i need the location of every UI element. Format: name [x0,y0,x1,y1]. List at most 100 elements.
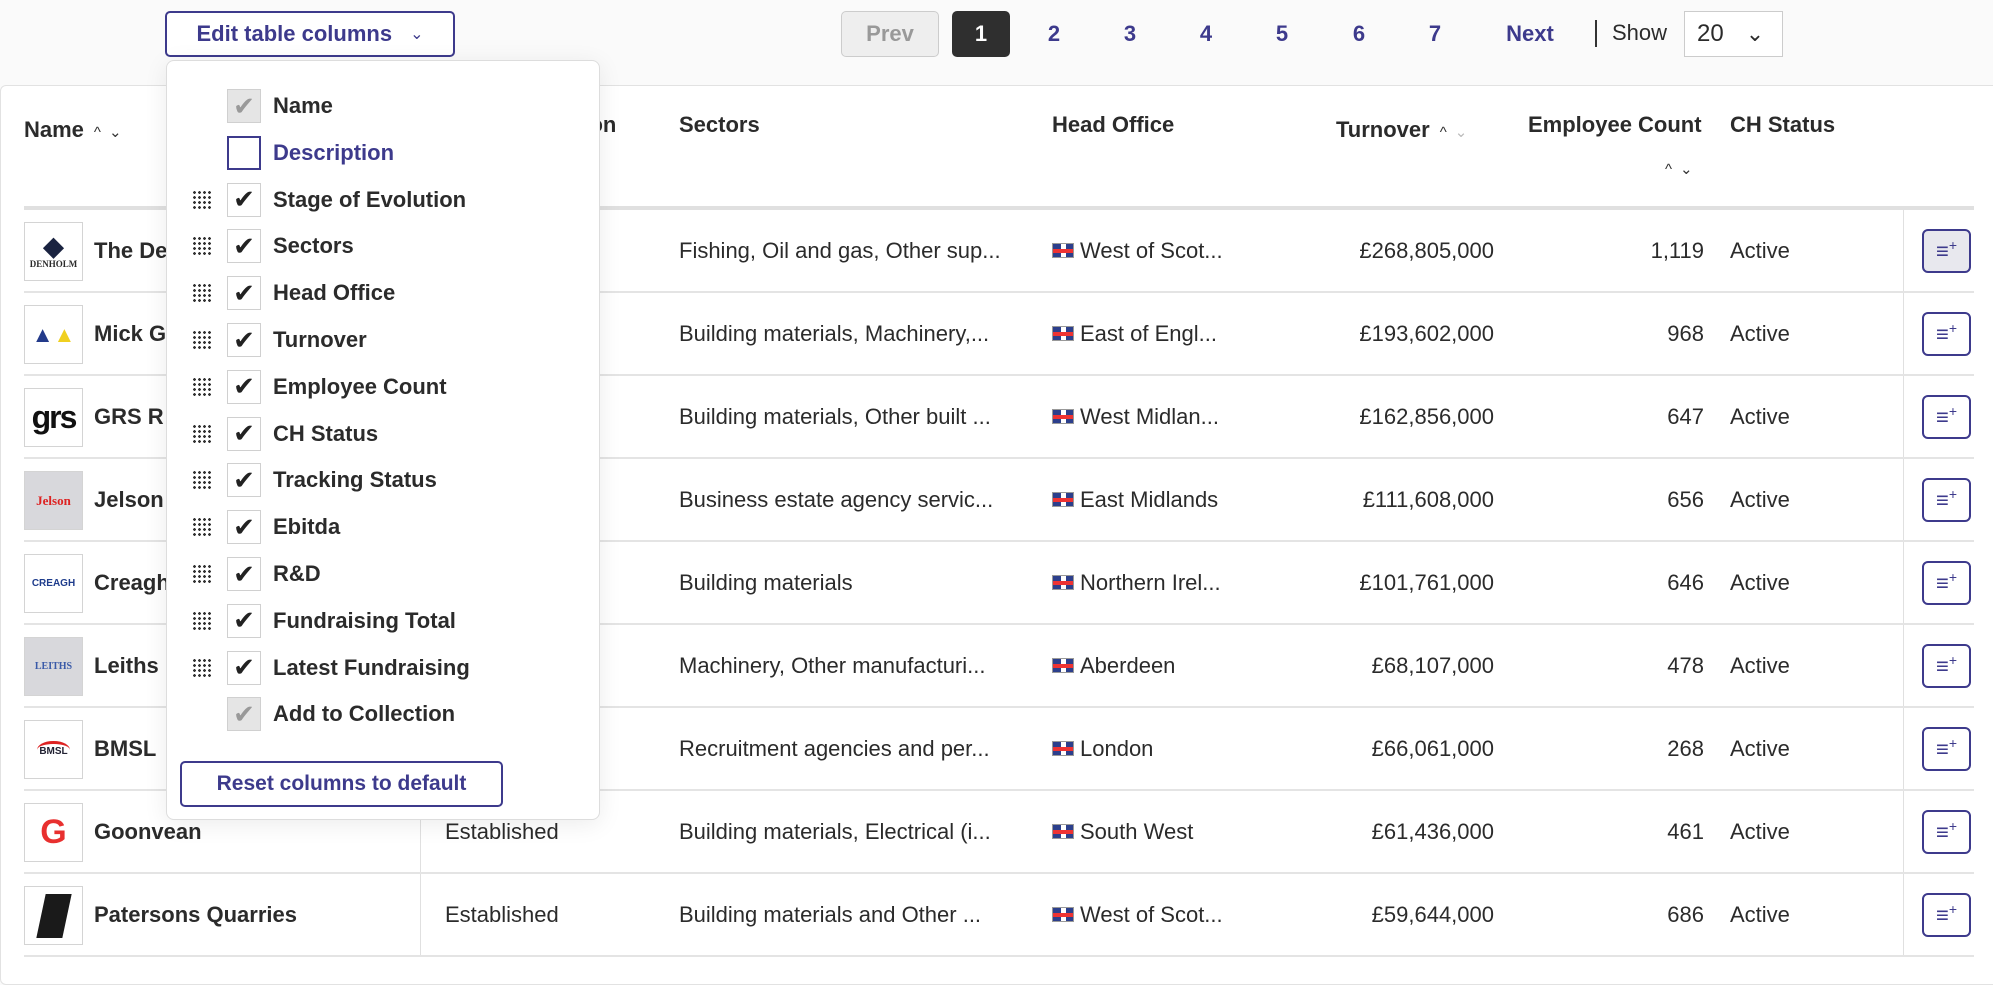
uk-flag-icon [1052,741,1074,756]
column-option-label: Employee Count [273,373,447,399]
add-to-list-button[interactable]: ≡+ [1922,229,1971,273]
checkbox[interactable]: ✔ [227,182,261,217]
sort-icon[interactable]: ^⌄ [1665,160,1701,178]
column-option[interactable]: ✔ Latest Fundraising [167,648,599,688]
add-to-list-button[interactable]: ≡+ [1922,395,1971,439]
column-option[interactable]: ✔ Name [167,86,599,126]
drag-handle-icon[interactable] [192,610,212,631]
column-option[interactable]: ✔ Employee Count [167,367,599,407]
add-to-list-button[interactable]: ≡+ [1922,561,1971,605]
add-to-list-button[interactable]: ≡+ [1922,478,1971,522]
drag-handle-icon[interactable] [192,564,212,584]
checkbox[interactable]: ✔ [227,463,261,498]
next-page-button[interactable]: Next [1500,11,1560,57]
column-option[interactable]: ✔ CH Status [167,414,599,454]
add-to-list-button[interactable]: ≡+ [1922,810,1971,854]
list-add-icon: ≡+ [1935,818,1958,845]
list-add-icon: ≡+ [1935,652,1958,679]
column-header-name[interactable]: Name ^⌄ [24,117,130,143]
sectors-cell: Business estate agency servic... [679,486,994,512]
column-header-sectors[interactable]: Sectors [679,112,760,138]
reset-columns-button[interactable]: Reset columns to default [180,761,503,807]
checkbox[interactable]: ✔ [227,276,261,311]
drag-handle-icon[interactable] [192,517,212,538]
checkbox[interactable]: ✔ [227,323,261,357]
page-1-button[interactable]: 1 [952,11,1010,57]
uk-flag-icon [1052,409,1074,424]
sort-icon[interactable]: ^⌄ [94,124,130,141]
checkbox[interactable]: ✔ [227,650,261,685]
ch-status-cell: Active [1730,818,1790,844]
column-option[interactable]: ✔ Turnover [167,320,599,360]
column-option[interactable]: ✔ Ebitda [167,507,599,547]
page-size-select[interactable]: 20 ⌄ [1684,11,1783,57]
uk-flag-icon [1052,907,1074,922]
column-option[interactable]: ✔ Sectors [167,226,599,266]
checkbox[interactable]: ✔ [227,557,261,591]
drag-handle-icon[interactable] [192,189,212,210]
column-header-employee-count[interactable]: Employee Count [1528,112,1702,138]
page-4-button[interactable]: 4 [1176,11,1236,57]
turnover-cell: £111,608,000 [1362,486,1494,512]
add-to-list-button[interactable]: ≡+ [1922,727,1971,771]
edit-table-columns-button[interactable]: Edit table columns ⌄ [165,11,455,57]
column-header-head-office[interactable]: Head Office [1052,112,1174,138]
drag-handle-icon[interactable] [192,423,212,444]
column-option[interactable]: ✔ Stage of Evolution [167,180,599,220]
company-name[interactable]: Patersons Quarries [94,874,414,955]
drag-handle-icon[interactable] [192,470,212,491]
add-to-list-button[interactable]: ≡+ [1922,893,1971,937]
ch-status-cell: Active [1730,735,1790,761]
checkbox[interactable]: ✔ [227,416,261,451]
column-option[interactable]: ✔ Add to Collection [167,694,599,734]
company-logo: BMSL [24,720,83,779]
table-row[interactable]: Patersons Quarries Established Building … [24,874,1974,957]
edit-columns-menu: ✔ Name Description ✔ Stage of Evolution … [166,60,600,820]
sort-icon[interactable]: ^⌄ [1440,124,1476,141]
turnover-cell: £61,436,000 [1371,818,1494,844]
page-5-button[interactable]: 5 [1252,11,1312,57]
employee-count-cell: 647 [1667,403,1704,429]
add-to-list-button[interactable]: ≡+ [1922,644,1971,688]
uk-flag-icon [1052,575,1074,590]
checkbox: ✔ [227,697,261,732]
page-3-button[interactable]: 3 [1100,11,1160,57]
drag-handle-icon[interactable] [192,283,212,304]
column-option[interactable]: ✔ R&D [167,554,599,594]
column-option[interactable]: ✔ Tracking Status [167,460,599,500]
ch-status-cell: Active [1730,652,1790,678]
checkbox[interactable]: ✔ [227,369,261,404]
add-to-list-button[interactable]: ≡+ [1922,312,1971,356]
show-label: Show [1612,20,1668,45]
column-option[interactable]: ✔ Fundraising Total [167,601,599,641]
company-logo: G [24,803,83,862]
page-7-button[interactable]: 7 [1405,11,1465,57]
turnover-cell: £59,644,000 [1371,901,1494,927]
drag-handle-icon[interactable] [192,376,212,397]
checkbox[interactable]: ✔ [227,603,261,638]
drag-handle-icon[interactable] [192,236,212,257]
employee-count-cell: 478 [1667,652,1704,678]
drag-handle-icon[interactable] [192,657,212,678]
column-header-turnover[interactable]: Turnover ^⌄ [1336,117,1475,143]
column-header-ch-status[interactable]: CH Status [1730,112,1835,138]
column-option-label: R&D [273,561,321,586]
ch-status-cell: Active [1730,403,1790,429]
column-option-label: Fundraising Total [273,607,456,633]
checkbox[interactable] [227,135,261,170]
ch-status-cell: Active [1730,320,1790,346]
head-office-cell: East of Engl... [1052,293,1262,374]
page-6-button[interactable]: 6 [1329,11,1389,57]
prev-page-button[interactable]: Prev [841,11,939,57]
checkbox[interactable]: ✔ [227,229,261,264]
column-option-label: Stage of Evolution [273,186,467,212]
list-add-icon: ≡+ [1935,486,1958,513]
employee-count-cell: 656 [1667,486,1704,512]
page-2-button[interactable]: 2 [1024,11,1084,57]
drag-handle-icon[interactable] [192,330,212,350]
employee-count-cell: 968 [1667,320,1704,346]
column-option[interactable]: ✔ Head Office [167,273,599,313]
checkbox[interactable]: ✔ [227,510,261,545]
column-option[interactable]: Description [167,133,599,173]
turnover-cell: £66,061,000 [1371,735,1494,761]
